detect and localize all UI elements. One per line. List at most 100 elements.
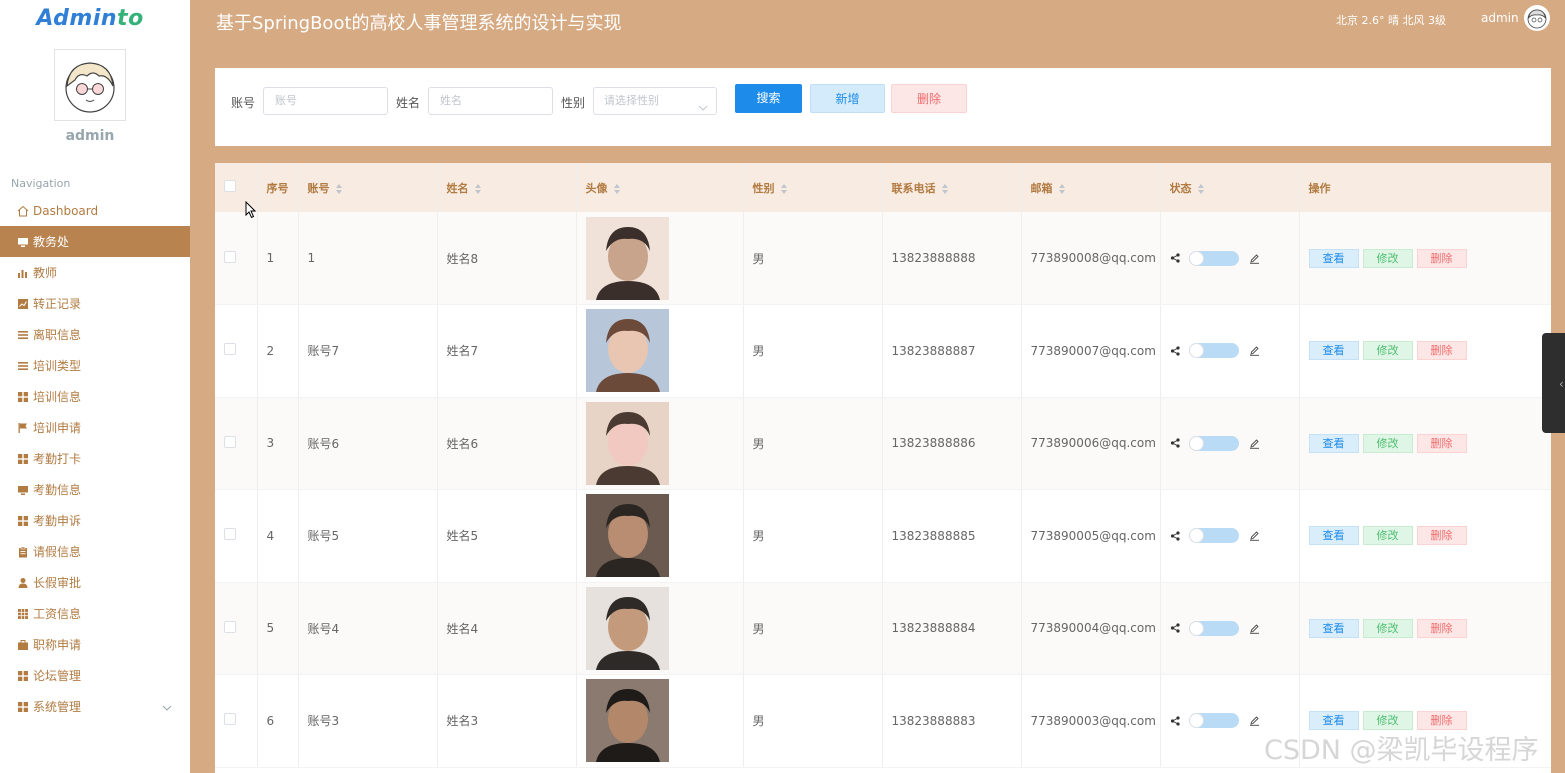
share-icon[interactable]	[1170, 438, 1180, 448]
delete-button[interactable]: 删除	[1416, 526, 1467, 546]
sort-icon[interactable]	[335, 183, 343, 194]
sidebar-item-attendance-checkin[interactable]: 考勤打卡	[0, 443, 190, 474]
status-toggle[interactable]	[1188, 528, 1239, 544]
cell-status	[1160, 304, 1300, 398]
sidebar-item-label: 教务处	[33, 235, 70, 249]
sort-icon[interactable]	[474, 183, 482, 194]
search-button[interactable]: 搜索	[735, 84, 802, 113]
sidebar-item-leave-info[interactable]: 请假信息	[0, 536, 190, 567]
sidebar-item-dashboard[interactable]: Dashboard	[0, 195, 190, 226]
header-account[interactable]: 账号	[298, 163, 438, 212]
sidebar-item-training-application[interactable]: 培训申请	[0, 412, 190, 443]
edit-pencil-icon[interactable]	[1249, 530, 1260, 542]
delete-button[interactable]: 删除	[1416, 341, 1467, 361]
profile-photo[interactable]	[585, 679, 669, 763]
delete-button[interactable]: 删除	[1416, 618, 1467, 638]
sidebar-item-training-info[interactable]: 培训信息	[0, 381, 190, 412]
cell-phone: 13823888885	[882, 489, 1022, 583]
header-avatar[interactable]	[1524, 5, 1550, 31]
sidebar-item-system-management[interactable]: 系统管理	[0, 691, 190, 722]
account-input[interactable]: 账号	[263, 87, 388, 115]
status-toggle[interactable]	[1188, 435, 1239, 451]
edit-pencil-icon[interactable]	[1249, 715, 1260, 727]
sidebar-avatar[interactable]	[54, 49, 126, 121]
header-username[interactable]: admin	[1481, 11, 1519, 25]
delete-button[interactable]: 删除	[1416, 248, 1467, 268]
chevron-down-icon[interactable]	[162, 701, 172, 715]
header-label: 账号	[307, 181, 330, 195]
batch-delete-button[interactable]: 删除	[891, 84, 967, 113]
sort-icon[interactable]	[1058, 183, 1066, 194]
status-toggle[interactable]	[1188, 250, 1239, 266]
header-email[interactable]: 邮箱	[1021, 163, 1161, 212]
header-avatar[interactable]: 头像	[576, 163, 744, 212]
edit-pencil-icon[interactable]	[1249, 253, 1260, 264]
sidebar-item-title-application[interactable]: 职称申请	[0, 629, 190, 660]
edit-button[interactable]: 修改	[1362, 248, 1413, 268]
cell-email: 773890007@qq.com	[1021, 304, 1161, 398]
edit-pencil-icon[interactable]	[1249, 345, 1260, 357]
header-gender[interactable]: 性别	[743, 163, 883, 212]
row-checkbox[interactable]	[224, 528, 236, 541]
profile-photo[interactable]	[585, 216, 669, 300]
sidebar-item-attendance-appeal[interactable]: 考勤申诉	[0, 505, 190, 536]
share-icon[interactable]	[1170, 623, 1180, 633]
header-label: 邮箱	[1030, 181, 1053, 195]
header-name[interactable]: 姓名	[437, 163, 577, 212]
row-checkbox[interactable]	[224, 620, 236, 633]
delete-button[interactable]: 删除	[1416, 433, 1467, 453]
sidebar-item-teachers[interactable]: 教师	[0, 257, 190, 288]
app-logo[interactable]: Adminto	[0, 6, 180, 31]
name-input[interactable]: 姓名	[428, 87, 553, 115]
row-checkbox[interactable]	[224, 713, 236, 726]
sidebar-item-resignation[interactable]: 离职信息	[0, 319, 190, 350]
sidebar-item-academic-office[interactable]: 教务处	[0, 226, 190, 257]
profile-photo[interactable]	[585, 401, 669, 485]
row-checkbox[interactable]	[224, 343, 236, 356]
sidebar-item-long-leave-approval[interactable]: 长假审批	[0, 567, 190, 598]
row-checkbox[interactable]	[224, 435, 236, 448]
view-button[interactable]: 查看	[1308, 526, 1359, 546]
view-button[interactable]: 查看	[1308, 341, 1359, 361]
sort-icon[interactable]	[780, 183, 788, 194]
status-toggle[interactable]	[1188, 713, 1239, 729]
data-table-panel: 序号 账号 姓名 头像 性别 联系电话 邮箱 状态 操作 1 1 姓名8 男 1…	[215, 163, 1551, 773]
sidebar-item-attendance-info[interactable]: 考勤信息	[0, 474, 190, 505]
side-drawer-handle[interactable]: ‹	[1542, 333, 1565, 433]
status-toggle[interactable]	[1188, 343, 1239, 359]
monitor-icon	[17, 484, 29, 496]
header-status[interactable]: 状态	[1160, 163, 1300, 212]
view-button[interactable]: 查看	[1308, 618, 1359, 638]
sidebar-item-salary-info[interactable]: 工资信息	[0, 598, 190, 629]
sort-icon[interactable]	[941, 183, 949, 194]
sort-icon[interactable]	[1197, 183, 1205, 194]
sort-icon[interactable]	[613, 183, 621, 194]
sidebar-item-training-type[interactable]: 培训类型	[0, 350, 190, 381]
view-button[interactable]: 查看	[1308, 433, 1359, 453]
sidebar-item-forum-management[interactable]: 论坛管理	[0, 660, 190, 691]
share-icon[interactable]	[1170, 531, 1180, 541]
add-button[interactable]: 新增	[810, 84, 885, 113]
toggle-knob	[1188, 713, 1204, 729]
share-icon[interactable]	[1170, 716, 1180, 726]
sidebar-item-regularization[interactable]: 转正记录	[0, 288, 190, 319]
profile-photo[interactable]	[585, 309, 669, 393]
edit-pencil-icon[interactable]	[1249, 438, 1260, 449]
share-icon[interactable]	[1170, 253, 1180, 263]
edit-button[interactable]: 修改	[1362, 526, 1413, 546]
edit-button[interactable]: 修改	[1362, 341, 1413, 361]
header-phone[interactable]: 联系电话	[882, 163, 1022, 212]
row-checkbox[interactable]	[224, 250, 236, 263]
profile-photo[interactable]	[585, 586, 669, 670]
view-button[interactable]: 查看	[1308, 248, 1359, 268]
chevron-down-icon	[698, 96, 708, 122]
status-toggle[interactable]	[1188, 620, 1239, 636]
edit-button[interactable]: 修改	[1362, 433, 1413, 453]
cell-avatar	[576, 582, 744, 675]
edit-button[interactable]: 修改	[1362, 618, 1413, 638]
share-icon[interactable]	[1170, 346, 1180, 356]
profile-photo[interactable]	[585, 494, 669, 578]
gender-select[interactable]: 请选择性别	[593, 87, 717, 115]
edit-pencil-icon[interactable]	[1249, 623, 1260, 634]
select-all-checkbox[interactable]	[224, 180, 236, 192]
